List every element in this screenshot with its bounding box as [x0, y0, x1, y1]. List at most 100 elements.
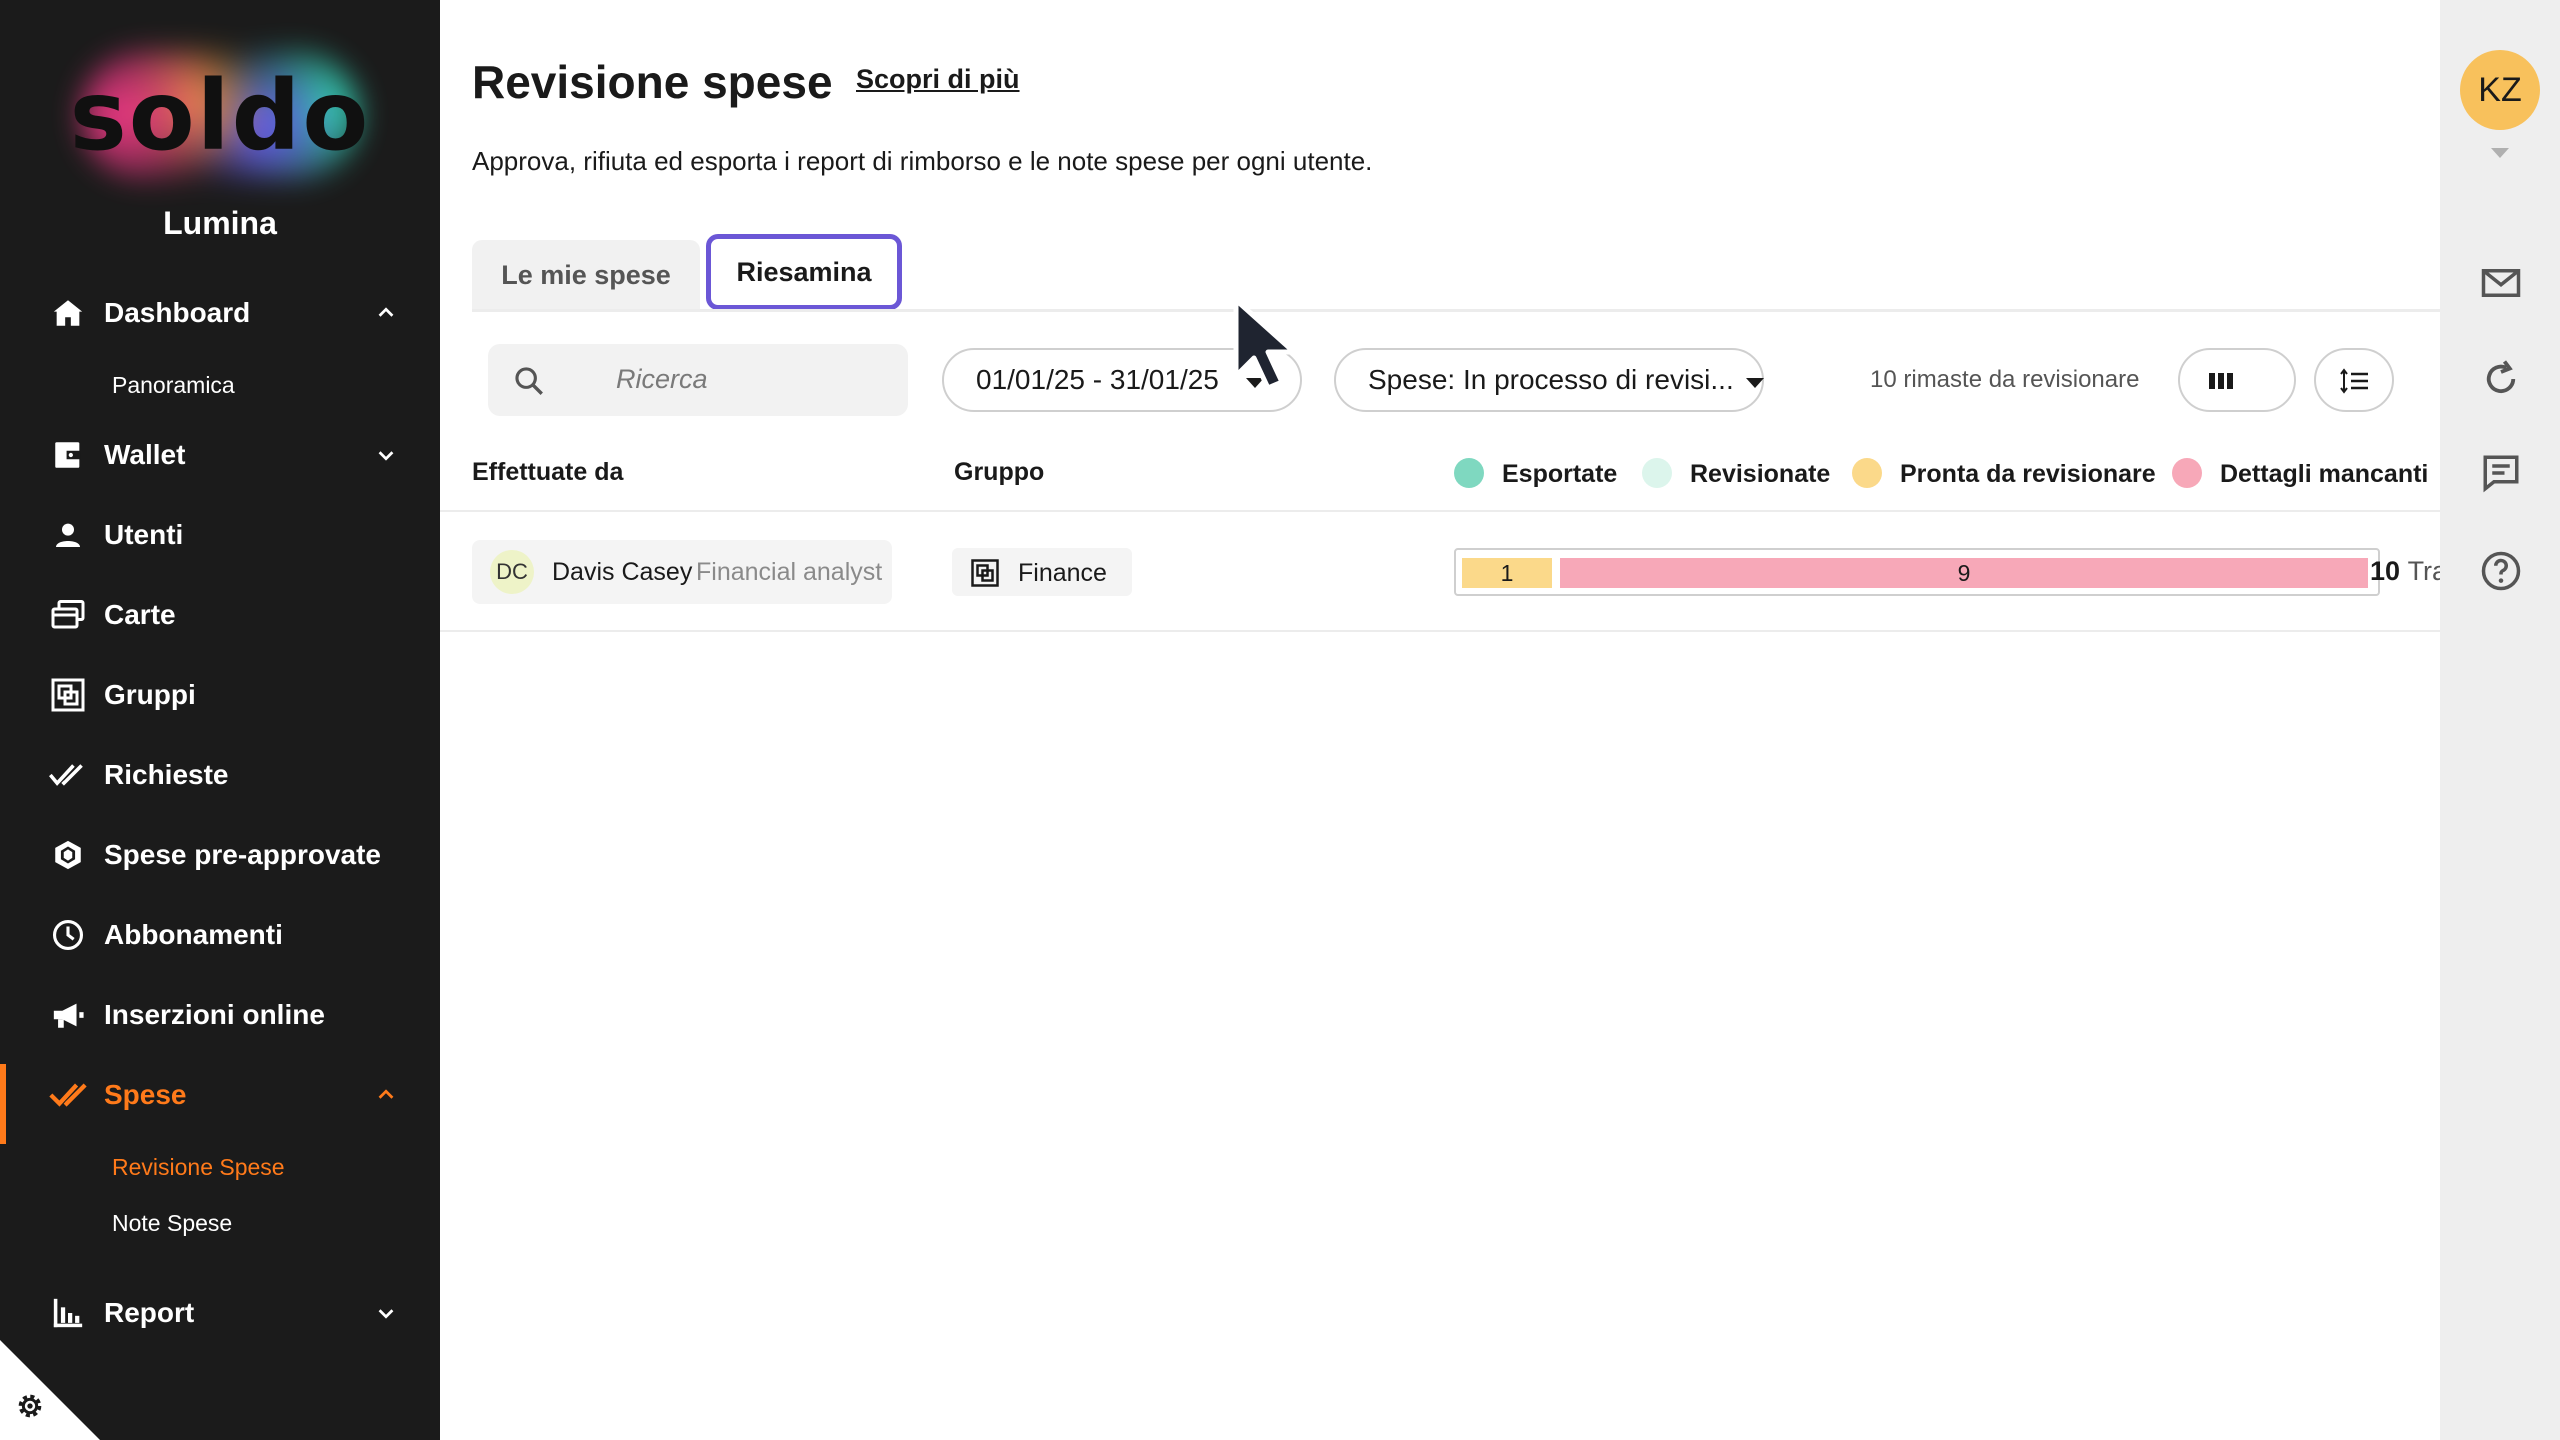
legend-dot-mancanti — [2172, 458, 2202, 488]
bar-segment-ready[interactable]: 1 — [1462, 558, 1552, 588]
check-icon — [48, 1075, 88, 1115]
group-icon — [971, 559, 999, 587]
search-icon — [515, 367, 543, 395]
caret-down-icon — [1746, 378, 1764, 388]
legend-dot-revisionate — [1642, 458, 1672, 488]
organization-name: Lumina — [163, 205, 277, 241]
sidebar-item-utenti[interactable]: Utenti — [0, 504, 440, 566]
page-subtitle: Approva, rifiuta ed esporta i report di … — [472, 146, 1373, 176]
refresh-icon[interactable] — [2480, 358, 2522, 400]
chat-icon[interactable] — [2480, 452, 2522, 494]
column-header-group[interactable]: Gruppo — [954, 458, 1044, 487]
clock-icon — [48, 915, 88, 955]
sidebar-item-spese[interactable]: Spese — [0, 1064, 440, 1144]
user-name: Davis Casey — [552, 558, 693, 586]
sidebar-item-report[interactable]: Report — [0, 1282, 440, 1344]
column-header-user[interactable]: Effettuate da — [472, 458, 623, 487]
sidebar-item-label: Abbonamenti — [104, 919, 283, 950]
main-content: Revisione spese Scopri di più Approva, r… — [440, 0, 2447, 1440]
sidebar-item-inserzioni-online[interactable]: Inserzioni online — [0, 984, 440, 1046]
gear-icon — [18, 1394, 42, 1418]
columns-icon — [2209, 373, 2233, 389]
chevron-down-icon[interactable] — [372, 441, 400, 469]
status-progress-bar[interactable]: 1 9 — [1454, 548, 2380, 596]
sidebar-item-label: Utenti — [104, 519, 184, 550]
user-icon — [48, 515, 88, 555]
sidebar-item-gruppi[interactable]: Gruppi — [0, 664, 440, 726]
status-filter-value: Spese: In processo di revisi... — [1368, 364, 1734, 395]
cards-icon — [48, 595, 88, 635]
group-name: Finance — [1018, 559, 1107, 587]
sidebar-item-dashboard[interactable]: Dashboard — [0, 282, 440, 344]
tab-riesamina[interactable]: Riesamina — [706, 234, 902, 310]
remaining-count: 10 rimaste da revisionare — [1870, 366, 2140, 393]
bar-segment-missing-count: 9 — [1957, 559, 1971, 586]
megaphone-icon — [48, 995, 88, 1035]
chart-icon — [48, 1293, 88, 1333]
page-title: Revisione spese — [472, 56, 833, 108]
row-total: 10 Tra — [2370, 556, 2447, 587]
sidebar-item-wallet[interactable]: Wallet — [0, 424, 440, 486]
hexagon-icon — [48, 835, 88, 875]
sidebar-item-carte[interactable]: Carte — [0, 584, 440, 646]
user-role: Financial analyst — [696, 558, 883, 586]
chevron-up-icon[interactable] — [372, 299, 400, 327]
right-rail: KZ — [2440, 0, 2560, 1440]
learn-more-link[interactable]: Scopri di più — [856, 64, 1020, 95]
group-icon — [48, 675, 88, 715]
sidebar-item-label: Gruppi — [104, 679, 196, 710]
wallet-icon — [48, 435, 88, 475]
row-divider — [440, 630, 2440, 632]
legend-label-pronta: Pronta da revisionare — [1900, 460, 2156, 488]
user-chip[interactable]: DC Davis Casey Financial analyst — [472, 540, 892, 604]
legend-dot-pronta — [1852, 458, 1882, 488]
mouse-cursor-icon — [1233, 297, 1297, 391]
sidebar-item-spese-pre-approvate[interactable]: Spese pre-approvate — [0, 824, 440, 886]
sidebar-item-richieste[interactable]: Richieste — [0, 744, 440, 806]
sort-list-icon — [2340, 368, 2368, 394]
bar-segment-missing[interactable]: 9 — [1560, 558, 2368, 588]
legend-label-revisionate: Revisionate — [1690, 460, 1831, 488]
date-range-value: 01/01/25 - 31/01/25 — [976, 364, 1219, 395]
mail-icon[interactable] — [2480, 262, 2522, 304]
double-check-icon — [48, 755, 88, 795]
tab-divider — [472, 309, 2440, 312]
row-total-count: 10 — [2370, 556, 2401, 586]
sort-button[interactable] — [2314, 348, 2394, 412]
help-icon[interactable] — [2480, 550, 2522, 592]
sidebar-item-label: Richieste — [104, 759, 229, 790]
sidebar-item-label: Carte — [104, 599, 176, 630]
legend-label-mancanti: Dettagli mancanti — [2220, 460, 2429, 488]
search-input[interactable]: Ricerca — [488, 344, 908, 416]
sidebar-item-label: Wallet — [104, 439, 186, 470]
sidebar-item-label: Spese — [104, 1079, 187, 1110]
avatar: DC — [490, 550, 534, 594]
tab-le-mie-spese[interactable]: Le mie spese — [472, 240, 700, 310]
sidebar-subitem-revisione-spese[interactable]: Revisione Spese — [112, 1154, 285, 1181]
group-chip[interactable]: Finance — [952, 548, 1132, 596]
legend-dot-esportate — [1454, 458, 1484, 488]
chevron-up-icon[interactable] — [372, 1081, 400, 1109]
soldo-logo[interactable]: soldo — [60, 40, 380, 190]
status-filter-dropdown[interactable]: Spese: In processo di revisi... — [1334, 348, 1764, 412]
logo-text: soldo — [69, 60, 371, 172]
chevron-down-icon[interactable] — [372, 1299, 400, 1327]
sidebar-item-label: Dashboard — [104, 297, 251, 328]
search-placeholder: Ricerca — [616, 364, 708, 394]
user-avatar[interactable]: KZ — [2460, 50, 2540, 130]
sidebar-subitem-panoramica[interactable]: Panoramica — [112, 372, 235, 399]
sidebar-subitem-note-spese[interactable]: Note Spese — [112, 1210, 232, 1237]
home-icon — [48, 293, 88, 333]
legend-label-esportate: Esportate — [1502, 460, 1618, 488]
sidebar-item-label: Inserzioni online — [104, 999, 325, 1030]
sidebar-item-abbonamenti[interactable]: Abbonamenti — [0, 904, 440, 966]
header-divider — [440, 510, 2440, 512]
sidebar-item-label: Spese pre-approvate — [104, 839, 381, 870]
bar-segment-ready-count: 1 — [1500, 559, 1514, 586]
columns-toggle-button[interactable] — [2178, 348, 2296, 412]
settings-corner[interactable] — [0, 1340, 100, 1440]
app-root: soldo Lumina Dashboard Panoramica Wallet — [0, 0, 2560, 1440]
sidebar: soldo Lumina Dashboard Panoramica Wallet — [0, 0, 440, 1440]
caret-down-icon[interactable] — [2491, 148, 2509, 158]
sidebar-item-label: Report — [104, 1297, 195, 1328]
